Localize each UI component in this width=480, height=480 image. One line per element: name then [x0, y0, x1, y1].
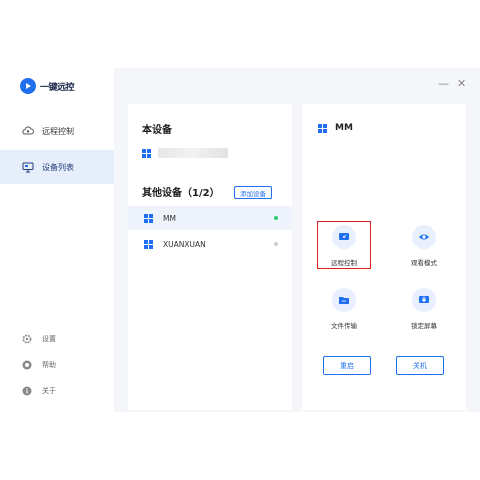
windows-icon [142, 149, 151, 158]
device-row-xuanxuan[interactable]: XUANXUAN [128, 232, 292, 256]
offline-status-dot [274, 242, 278, 246]
detail-header: MM [318, 123, 353, 133]
lock-screen-action[interactable]: 锁定屏幕 [397, 284, 451, 334]
detail-device-name: MM [335, 123, 353, 133]
file-transfer-action[interactable]: 文件传输 [317, 284, 371, 334]
eye-icon [412, 225, 436, 249]
restart-button[interactable]: 重启 [323, 356, 371, 375]
windows-icon [144, 239, 153, 249]
device-list-icon [22, 161, 34, 173]
sidebar: 一键远控 远程控制 设备列表 设置 帮助 关于 [0, 68, 114, 412]
app-logo: 一键远控 [20, 78, 75, 94]
action-label: 文件传输 [331, 322, 357, 330]
sidebar-item-remote-control[interactable]: 远程控制 [0, 114, 114, 148]
sidebar-item-about[interactable]: 关于 [22, 386, 56, 396]
help-icon [22, 360, 32, 370]
sidebar-item-label: 关于 [42, 387, 56, 395]
cloud-upload-icon [22, 125, 34, 137]
sidebar-item-label: 设备列表 [42, 162, 74, 172]
action-label: 锁定屏幕 [411, 322, 437, 330]
minimize-button[interactable]: — [438, 78, 449, 90]
highlight-box [317, 221, 371, 269]
windows-icon [318, 123, 327, 133]
device-list-panel: 本设备 其他设备（1/2） 添加设备 MM XUANXUAN [128, 104, 292, 410]
sidebar-item-settings[interactable]: 设置 [22, 334, 56, 344]
gear-icon [22, 334, 32, 344]
action-label: 观看模式 [411, 259, 437, 267]
close-button[interactable]: ✕ [457, 78, 466, 90]
folder-icon [332, 288, 356, 312]
device-row-mm[interactable]: MM [128, 206, 292, 230]
sidebar-item-label: 帮助 [42, 361, 56, 369]
shutdown-button[interactable]: 关机 [396, 356, 444, 375]
watch-mode-action[interactable]: 观看模式 [397, 221, 451, 271]
sidebar-item-label: 远程控制 [42, 126, 74, 136]
device-detail-panel: MM 远程控制 观看模式 文件传输 锁定屏幕 重启 关机 [302, 104, 466, 410]
info-icon [22, 386, 32, 396]
device-name: MM [163, 213, 176, 223]
windows-icon [144, 213, 153, 223]
sidebar-item-label: 设置 [42, 335, 56, 343]
sidebar-item-device-list[interactable]: 设备列表 [0, 150, 114, 184]
app-title: 一键远控 [40, 82, 75, 93]
device-name: XUANXUAN [163, 239, 206, 249]
app-window: 一键远控 远程控制 设备列表 设置 帮助 关于 — ✕ 本设备 其他设备（1/2… [0, 68, 480, 412]
sidebar-item-help[interactable]: 帮助 [22, 360, 56, 370]
logo-play-icon [20, 78, 36, 94]
lock-screen-icon [412, 288, 436, 312]
online-status-dot [274, 216, 278, 220]
add-device-button[interactable]: 添加设备 [234, 186, 272, 199]
this-device-title: 本设备 [142, 125, 172, 136]
this-device-name-redacted [158, 148, 228, 158]
other-devices-title: 其他设备（1/2） [142, 188, 220, 199]
